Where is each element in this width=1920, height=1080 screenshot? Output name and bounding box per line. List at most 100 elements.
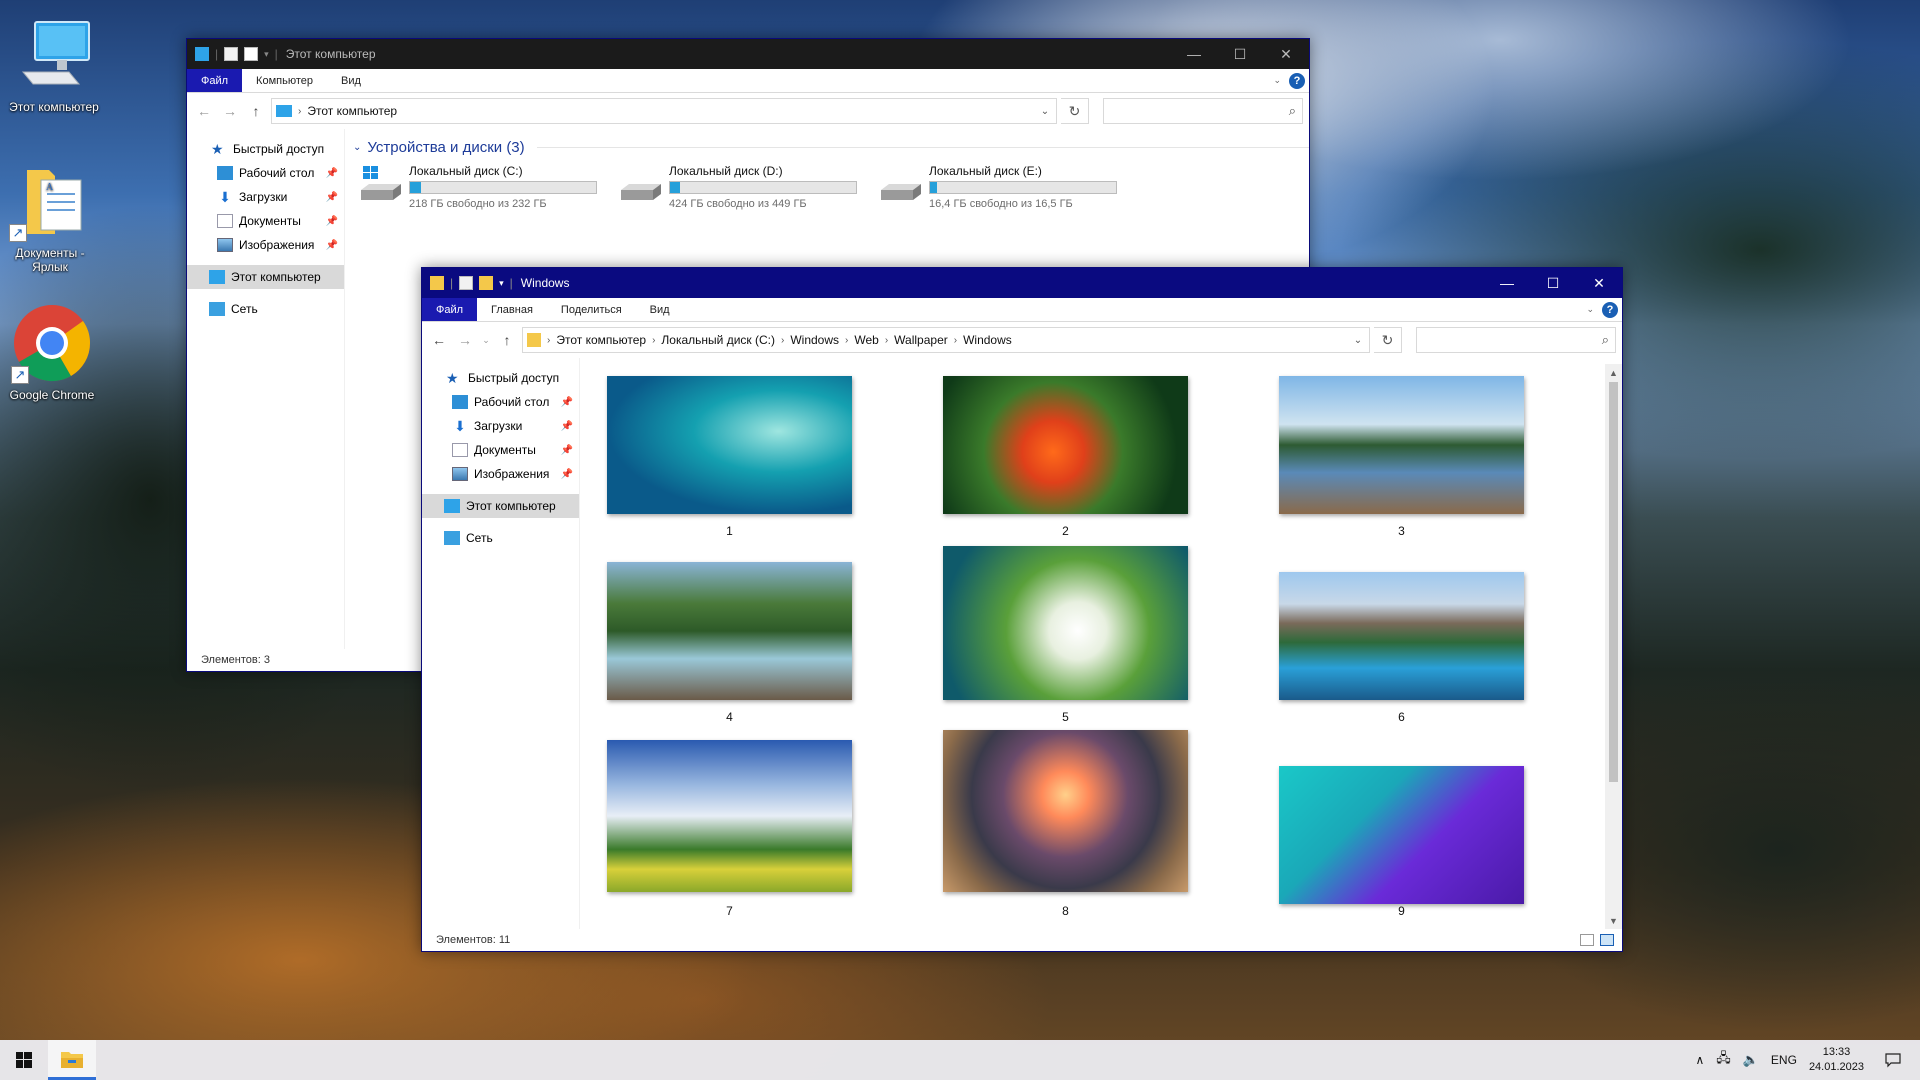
- recent-locations-icon[interactable]: ⌄: [480, 329, 492, 351]
- qat-dropdown-icon[interactable]: ▾: [264, 49, 269, 60]
- tab-file[interactable]: Файл: [187, 69, 243, 92]
- drive-c[interactable]: Локальный диск (C:) 218 ГБ свободно из 2…: [359, 164, 599, 210]
- start-button[interactable]: [0, 1040, 48, 1080]
- new-folder-icon[interactable]: [244, 47, 259, 61]
- sidebar-item-network[interactable]: Сеть: [422, 526, 579, 550]
- back-button[interactable]: ←: [193, 100, 215, 122]
- expand-ribbon-icon[interactable]: ⌄: [1586, 304, 1594, 315]
- search-input[interactable]: ⌕: [1103, 98, 1303, 124]
- close-button[interactable]: ✕: [1576, 268, 1622, 298]
- sidebar-item-desktop[interactable]: Рабочий стол 📌: [187, 161, 344, 185]
- scroll-up-icon[interactable]: ▲: [1605, 364, 1622, 381]
- back-button[interactable]: ←: [428, 329, 450, 351]
- breadcrumb-item[interactable]: Локальный диск (C:): [655, 333, 781, 347]
- desktop-icon-this-pc[interactable]: Этот компьютер: [2, 14, 106, 114]
- taskbar-file-explorer[interactable]: [48, 1040, 96, 1080]
- search-input[interactable]: ⌕: [1416, 327, 1616, 353]
- sidebar-item-desktop[interactable]: Рабочий стол 📌: [422, 390, 579, 414]
- properties-icon[interactable]: [459, 276, 474, 290]
- new-folder-icon[interactable]: [479, 276, 494, 290]
- breadcrumb-item[interactable]: Wallpaper: [888, 333, 954, 347]
- pin-icon[interactable]: 📌: [326, 168, 338, 179]
- address-dropdown-icon[interactable]: ⌄: [1034, 99, 1056, 123]
- maximize-button[interactable]: ☐: [1530, 268, 1576, 298]
- scrollbar-thumb[interactable]: [1609, 382, 1618, 782]
- scroll-down-icon[interactable]: ▼: [1605, 912, 1622, 929]
- properties-icon[interactable]: [224, 47, 239, 61]
- sidebar-item-documents[interactable]: Документы 📌: [422, 438, 579, 462]
- tab-view[interactable]: Вид: [636, 298, 684, 321]
- qat-dropdown-icon[interactable]: ▾: [499, 278, 504, 289]
- sidebar-item-quick-access[interactable]: ★ Быстрый доступ: [187, 137, 344, 161]
- title-bar[interactable]: | ▾ | Windows — ☐ ✕: [422, 268, 1622, 298]
- pin-icon[interactable]: 📌: [561, 397, 573, 408]
- network-icon[interactable]: 🖧: [1716, 1049, 1731, 1071]
- refresh-button[interactable]: ↻: [1061, 98, 1089, 124]
- up-button[interactable]: ↑: [245, 100, 267, 122]
- large-icons-view-icon[interactable]: [1600, 934, 1614, 946]
- wallpaper-thumbnail[interactable]: 9: [1279, 732, 1529, 918]
- maximize-button[interactable]: ☐: [1217, 39, 1263, 69]
- show-hidden-icons-icon[interactable]: ∧: [1695, 1053, 1704, 1067]
- volume-icon[interactable]: 🔈: [1743, 1052, 1759, 1068]
- pin-icon[interactable]: 📌: [561, 421, 573, 432]
- vertical-scrollbar[interactable]: ▲ ▼: [1605, 364, 1622, 929]
- wallpaper-thumbnail[interactable]: 1: [607, 368, 857, 538]
- help-icon[interactable]: ?: [1289, 72, 1305, 89]
- refresh-button[interactable]: ↻: [1374, 327, 1402, 353]
- wallpaper-folder-window[interactable]: | ▾ | Windows — ☐ ✕ Файл Главная Поделит…: [421, 267, 1623, 952]
- tab-file[interactable]: Файл: [422, 298, 478, 321]
- language-indicator[interactable]: ENG: [1771, 1053, 1797, 1067]
- minimize-button[interactable]: —: [1171, 39, 1217, 69]
- drive-d[interactable]: Локальный диск (D:) 424 ГБ свободно из 4…: [619, 164, 859, 210]
- pin-icon[interactable]: 📌: [561, 445, 573, 456]
- breadcrumb-item[interactable]: Этот компьютер: [301, 104, 403, 118]
- tab-share[interactable]: Поделиться: [547, 298, 636, 321]
- up-button[interactable]: ↑: [496, 329, 518, 351]
- pin-icon[interactable]: 📌: [561, 469, 573, 480]
- sidebar-item-documents[interactable]: Документы 📌: [187, 209, 344, 233]
- sidebar-item-quick-access[interactable]: ★ Быстрый доступ: [422, 366, 579, 390]
- desktop-icon-chrome[interactable]: ↗ Google Chrome: [0, 302, 104, 402]
- minimize-button[interactable]: —: [1484, 268, 1530, 298]
- drive-e[interactable]: Локальный диск (E:) 16,4 ГБ свободно из …: [879, 164, 1119, 210]
- sidebar-item-downloads[interactable]: ⬇ Загрузки 📌: [187, 185, 344, 209]
- address-bar[interactable]: › Этот компьютер › Локальный диск (C:) ›…: [522, 327, 1370, 353]
- expand-ribbon-icon[interactable]: ⌄: [1273, 75, 1281, 86]
- breadcrumb-item[interactable]: Web: [848, 333, 884, 347]
- section-devices[interactable]: ⌄ Устройства и диски (3): [353, 139, 1309, 156]
- close-button[interactable]: ✕: [1263, 39, 1309, 69]
- tab-computer[interactable]: Компьютер: [242, 69, 327, 92]
- sidebar-item-this-pc[interactable]: Этот компьютер: [422, 494, 579, 518]
- pin-icon[interactable]: 📌: [326, 192, 338, 203]
- pin-icon[interactable]: 📌: [326, 216, 338, 227]
- breadcrumb-item[interactable]: Этот компьютер: [550, 333, 652, 347]
- wallpaper-thumbnail[interactable]: 4: [607, 554, 857, 724]
- title-bar[interactable]: | ▾ | Этот компьютер — ☐ ✕: [187, 39, 1309, 69]
- help-icon[interactable]: ?: [1602, 301, 1618, 318]
- wallpaper-thumbnail[interactable]: 3: [1279, 368, 1529, 538]
- tab-view[interactable]: Вид: [327, 69, 375, 92]
- details-view-icon[interactable]: [1580, 934, 1594, 946]
- wallpaper-thumbnail[interactable]: 2: [943, 368, 1193, 538]
- sidebar-item-downloads[interactable]: ⬇ Загрузки 📌: [422, 414, 579, 438]
- action-center-button[interactable]: [1876, 1052, 1910, 1068]
- desktop-icon-documents-shortcut[interactable]: A ↗ Документы - Ярлык: [0, 160, 102, 274]
- collapse-chevron-icon[interactable]: ⌄: [353, 142, 361, 153]
- breadcrumb-item[interactable]: Windows: [784, 333, 845, 347]
- address-bar[interactable]: › Этот компьютер ⌄: [271, 98, 1057, 124]
- wallpaper-thumbnail[interactable]: 5: [943, 538, 1193, 724]
- tab-home[interactable]: Главная: [477, 298, 547, 321]
- forward-button[interactable]: →: [454, 329, 476, 351]
- wallpaper-thumbnail[interactable]: 7: [607, 732, 857, 918]
- wallpaper-thumbnail[interactable]: 6: [1279, 554, 1529, 724]
- address-dropdown-icon[interactable]: ⌄: [1347, 328, 1369, 352]
- forward-button[interactable]: →: [219, 100, 241, 122]
- wallpaper-thumbnail[interactable]: 8: [943, 722, 1193, 918]
- sidebar-item-pictures[interactable]: Изображения 📌: [422, 462, 579, 486]
- clock[interactable]: 13:33 24.01.2023: [1809, 1045, 1864, 1075]
- breadcrumb-item[interactable]: Windows: [957, 333, 1018, 347]
- sidebar-item-this-pc[interactable]: Этот компьютер: [187, 265, 344, 289]
- sidebar-item-network[interactable]: Сеть: [187, 297, 344, 321]
- pin-icon[interactable]: 📌: [326, 240, 338, 251]
